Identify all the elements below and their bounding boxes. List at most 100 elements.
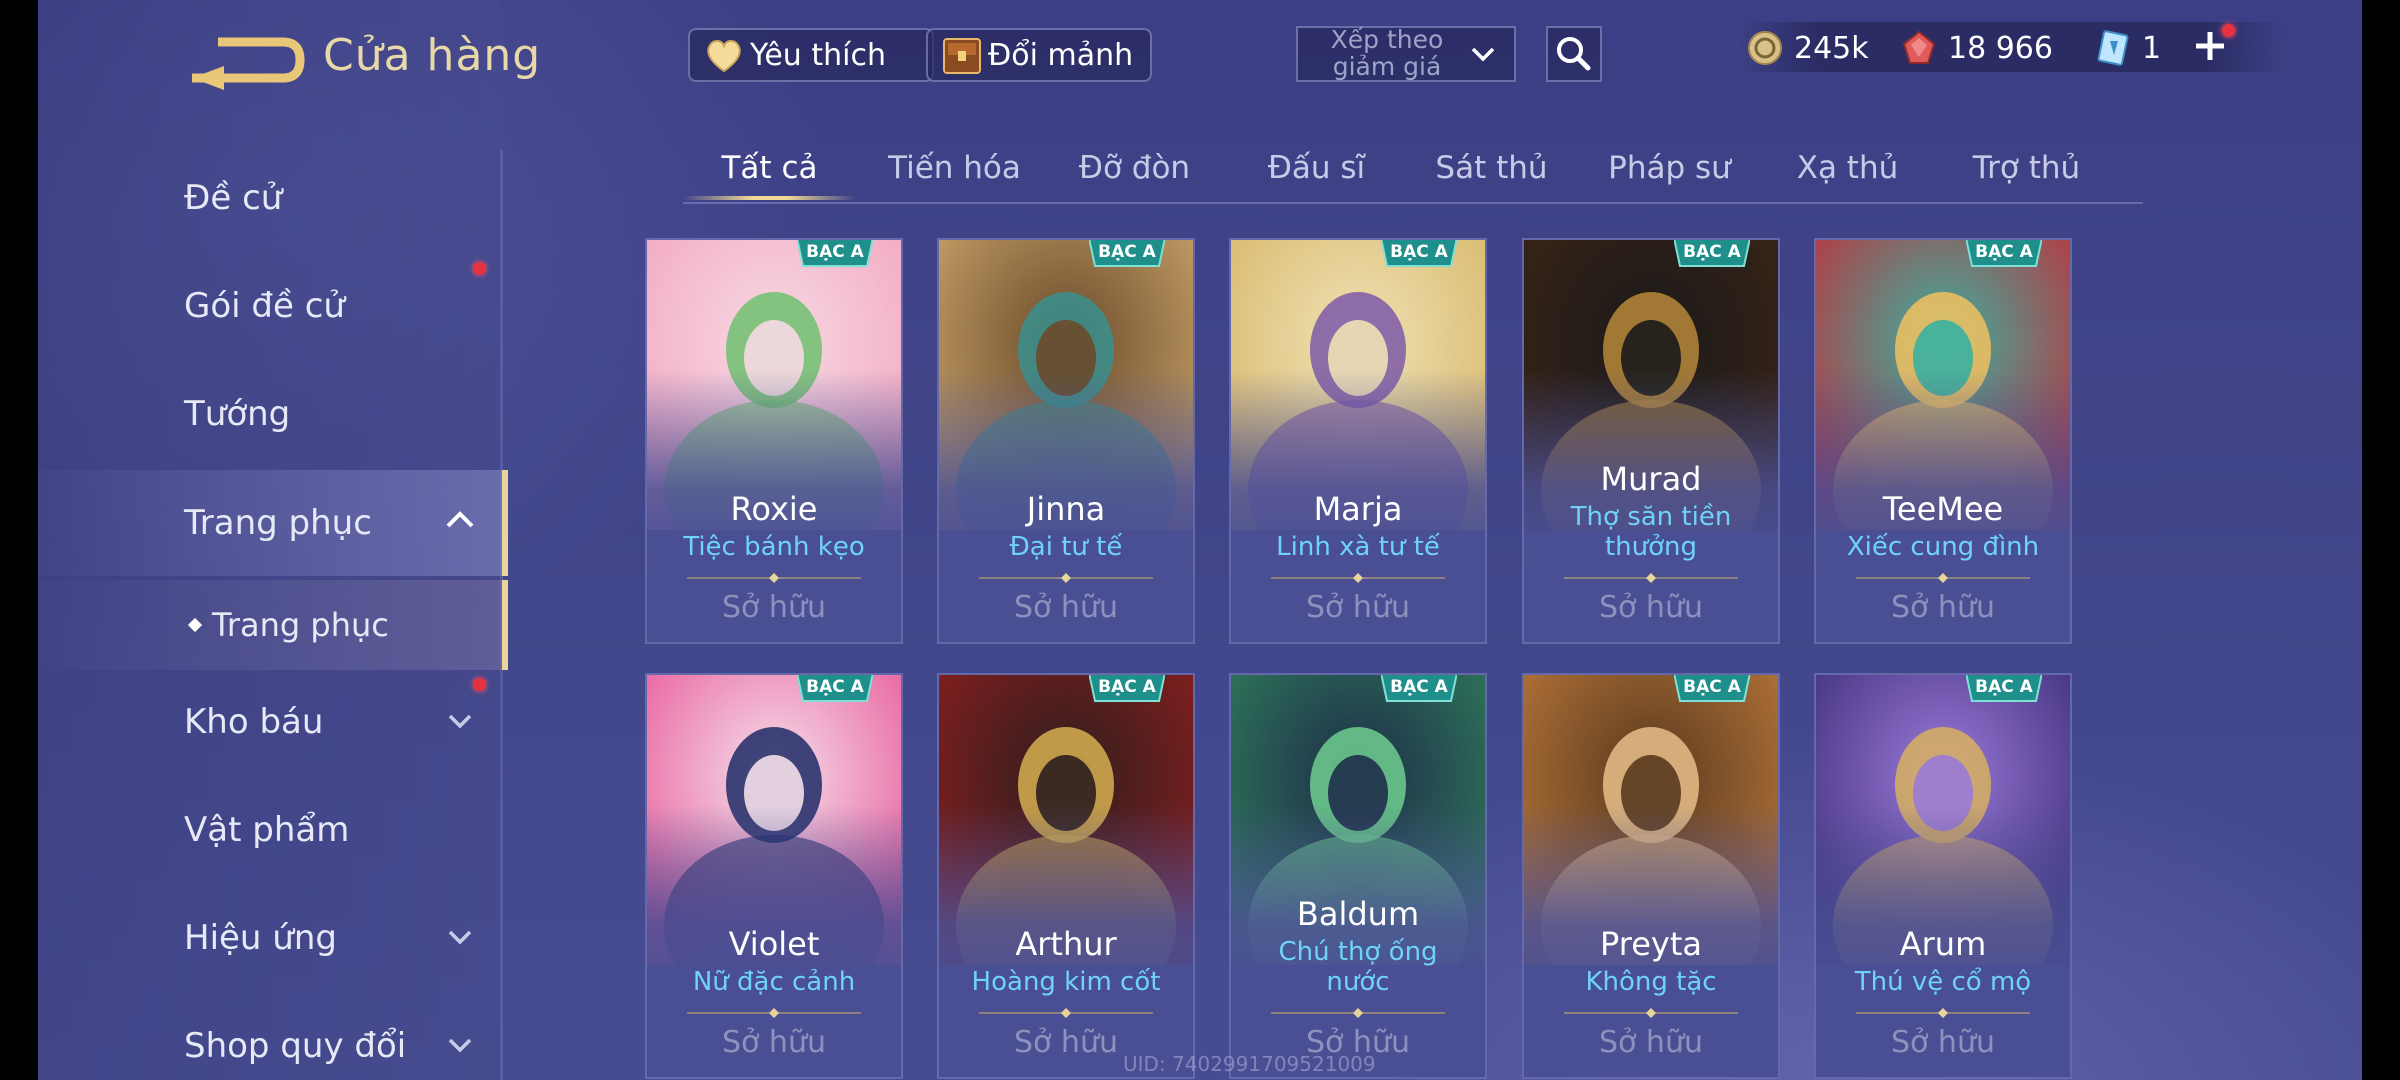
sidebar-item-items[interactable]: Vật phẩm bbox=[38, 780, 500, 880]
owned-status: Sở hữu bbox=[1599, 1025, 1703, 1060]
tab-marksman[interactable]: Xạ thủ bbox=[1761, 150, 1934, 186]
rank-label: BẠC A bbox=[806, 242, 864, 262]
card-separator bbox=[979, 1008, 1153, 1018]
skin-card[interactable]: BẠC A Arum Thú vệ cổ mộ Sở hữu bbox=[1814, 673, 2072, 1079]
hero-name: Roxie bbox=[730, 490, 818, 528]
screen-edge bbox=[2362, 0, 2400, 1080]
tab-support[interactable]: Trợ thủ bbox=[1940, 150, 2113, 186]
voucher-value: 1 bbox=[2142, 30, 2162, 66]
tab-label: Đấu sĩ bbox=[1267, 150, 1366, 186]
skin-name: Đại tư tế bbox=[1009, 532, 1123, 562]
skin-card[interactable]: BẠC A Arthur Hoàng kim cốt Sở hữu bbox=[937, 673, 1195, 1079]
hero-name: Jinna bbox=[1026, 490, 1106, 528]
tab-tank[interactable]: Đỡ đòn bbox=[1048, 150, 1221, 186]
search-icon[interactable] bbox=[1546, 26, 1602, 82]
tab-all[interactable]: Tất cả bbox=[683, 150, 856, 200]
card-separator bbox=[1564, 573, 1738, 583]
skin-name: Thợ săn tiền thưởng bbox=[1570, 502, 1732, 562]
tab-label: Xạ thủ bbox=[1796, 150, 1899, 186]
hero-name: Baldum bbox=[1296, 895, 1420, 933]
sidebar-item-label: Trang phục bbox=[184, 503, 372, 543]
tab-label: Tiến hóa bbox=[888, 150, 1021, 186]
skin-card[interactable]: BẠC A Murad Thợ săn tiền thưởng Sở hữu bbox=[1522, 238, 1780, 644]
owned-status: Sở hữu bbox=[1891, 1025, 1995, 1060]
owned-status: Sở hữu bbox=[1014, 590, 1118, 625]
sort-dropdown[interactable]: Xếp theo giảm giá bbox=[1296, 26, 1516, 82]
sidebar-item-label: Trang phục bbox=[212, 606, 389, 644]
chevron-down-icon bbox=[1471, 47, 1495, 62]
owned-status: Sở hữu bbox=[1891, 590, 1995, 625]
rank-label: BẠC A bbox=[1975, 242, 2033, 262]
hero-name: Preyta bbox=[1600, 925, 1702, 963]
hero-name: Arthur bbox=[1015, 925, 1117, 963]
chevron-down-icon bbox=[448, 1038, 472, 1053]
ruby-value: 18 966 bbox=[1948, 30, 2053, 66]
sidebar-item-effects[interactable]: Hiệu ứng bbox=[38, 888, 500, 988]
rank-label: BẠC A bbox=[1390, 677, 1448, 697]
skin-name: Tiệc bánh kẹo bbox=[683, 532, 865, 562]
rank-label: BẠC A bbox=[1390, 242, 1448, 262]
hero-name: Marja bbox=[1313, 490, 1403, 528]
chevron-down-icon bbox=[448, 930, 472, 945]
skin-name: Chú thợ ống nước bbox=[1278, 937, 1438, 997]
tab-label: Sát thủ bbox=[1435, 150, 1548, 186]
skin-name: Nữ đặc cảnh bbox=[692, 967, 856, 997]
sidebar-item-label: Tướng bbox=[184, 394, 291, 434]
card-separator bbox=[979, 573, 1153, 583]
chevron-down-icon bbox=[448, 714, 472, 729]
notification-dot bbox=[2222, 24, 2235, 37]
sidebar-item-heroes[interactable]: Tướng bbox=[38, 364, 500, 464]
rank-label: BẠC A bbox=[1683, 242, 1741, 262]
tab-label: Đỡ đòn bbox=[1078, 150, 1191, 186]
sidebar-subitem-skins[interactable]: Trang phục bbox=[38, 580, 508, 670]
skin-card[interactable]: BẠC A Marja Linh xà tư tế Sở hữu bbox=[1229, 238, 1487, 644]
skin-name: Thú vệ cổ mộ bbox=[1854, 967, 2032, 997]
card-separator bbox=[1564, 1008, 1738, 1018]
treasure-chest-icon bbox=[943, 38, 981, 74]
ruby-gem-icon bbox=[1902, 30, 1936, 64]
skin-card[interactable]: BẠC A Baldum Chú thợ ống nước Sở hữu bbox=[1229, 673, 1487, 1079]
card-separator bbox=[1856, 573, 2030, 583]
rank-label: BẠC A bbox=[806, 677, 864, 697]
exchange-shards-button[interactable]: Đổi mảnh bbox=[926, 28, 1152, 82]
tab-label: Pháp sư bbox=[1608, 150, 1731, 186]
sidebar-item-recommended-packs[interactable]: Gói đề cử bbox=[38, 256, 500, 356]
chevron-up-icon bbox=[446, 511, 474, 528]
bullet-diamond-icon bbox=[187, 617, 203, 633]
gold-coin-icon bbox=[1748, 31, 1782, 65]
category-tabs: Tất cả Tiến hóa Đỡ đòn Đấu sĩ Sát thủ Ph… bbox=[683, 140, 2143, 204]
exchange-label: Đổi mảnh bbox=[988, 37, 1134, 73]
sidebar-item-exchange-shop[interactable]: Shop quy đổi bbox=[38, 996, 500, 1080]
heart-icon bbox=[707, 40, 741, 73]
tab-mage[interactable]: Pháp sư bbox=[1583, 150, 1756, 186]
gold-counter: 245k bbox=[1746, 22, 1869, 74]
sidebar-item-treasure[interactable]: Kho báu bbox=[38, 672, 500, 772]
voucher-counter: 1 bbox=[2094, 22, 2161, 74]
skin-card[interactable]: BẠC A Violet Nữ đặc cảnh Sở hữu bbox=[645, 673, 903, 1079]
rank-label: BẠC A bbox=[1098, 242, 1156, 262]
sidebar-item-label: Kho báu bbox=[184, 702, 324, 742]
skin-card[interactable]: BẠC A Roxie Tiệc bánh kẹo Sở hữu bbox=[645, 238, 903, 644]
sidebar-item-label: Shop quy đổi bbox=[184, 1026, 407, 1066]
rank-label: BẠC A bbox=[1098, 677, 1156, 697]
skin-card[interactable]: BẠC A TeeMee Xiếc cung đình Sở hữu bbox=[1814, 238, 2072, 644]
skin-card[interactable]: BẠC A Preyta Không tặc Sở hữu bbox=[1522, 673, 1780, 1079]
owned-status: Sở hữu bbox=[1306, 590, 1410, 625]
tab-assassin[interactable]: Sát thủ bbox=[1405, 150, 1578, 186]
tab-evolution[interactable]: Tiến hóa bbox=[868, 150, 1041, 186]
tab-active-indicator bbox=[683, 196, 856, 200]
favorites-button[interactable]: Yêu thích bbox=[688, 28, 934, 82]
skin-card[interactable]: BẠC A Jinna Đại tư tế Sở hữu bbox=[937, 238, 1195, 644]
tab-fighter[interactable]: Đấu sĩ bbox=[1230, 150, 1403, 186]
back-arrow-icon[interactable] bbox=[188, 30, 308, 90]
card-separator bbox=[1271, 1008, 1445, 1018]
sidebar-item-recommended[interactable]: Đề cử bbox=[38, 148, 500, 248]
owned-status: Sở hữu bbox=[722, 1025, 826, 1060]
sidebar-item-skins[interactable]: Trang phục bbox=[38, 470, 508, 576]
sidebar-item-label: Đề cử bbox=[184, 178, 283, 218]
tab-label: Tất cả bbox=[721, 150, 818, 186]
hero-name: Violet bbox=[728, 925, 820, 963]
hero-name: Murad bbox=[1600, 460, 1702, 498]
rank-label: BẠC A bbox=[1975, 677, 2033, 697]
notification-dot bbox=[473, 262, 486, 275]
